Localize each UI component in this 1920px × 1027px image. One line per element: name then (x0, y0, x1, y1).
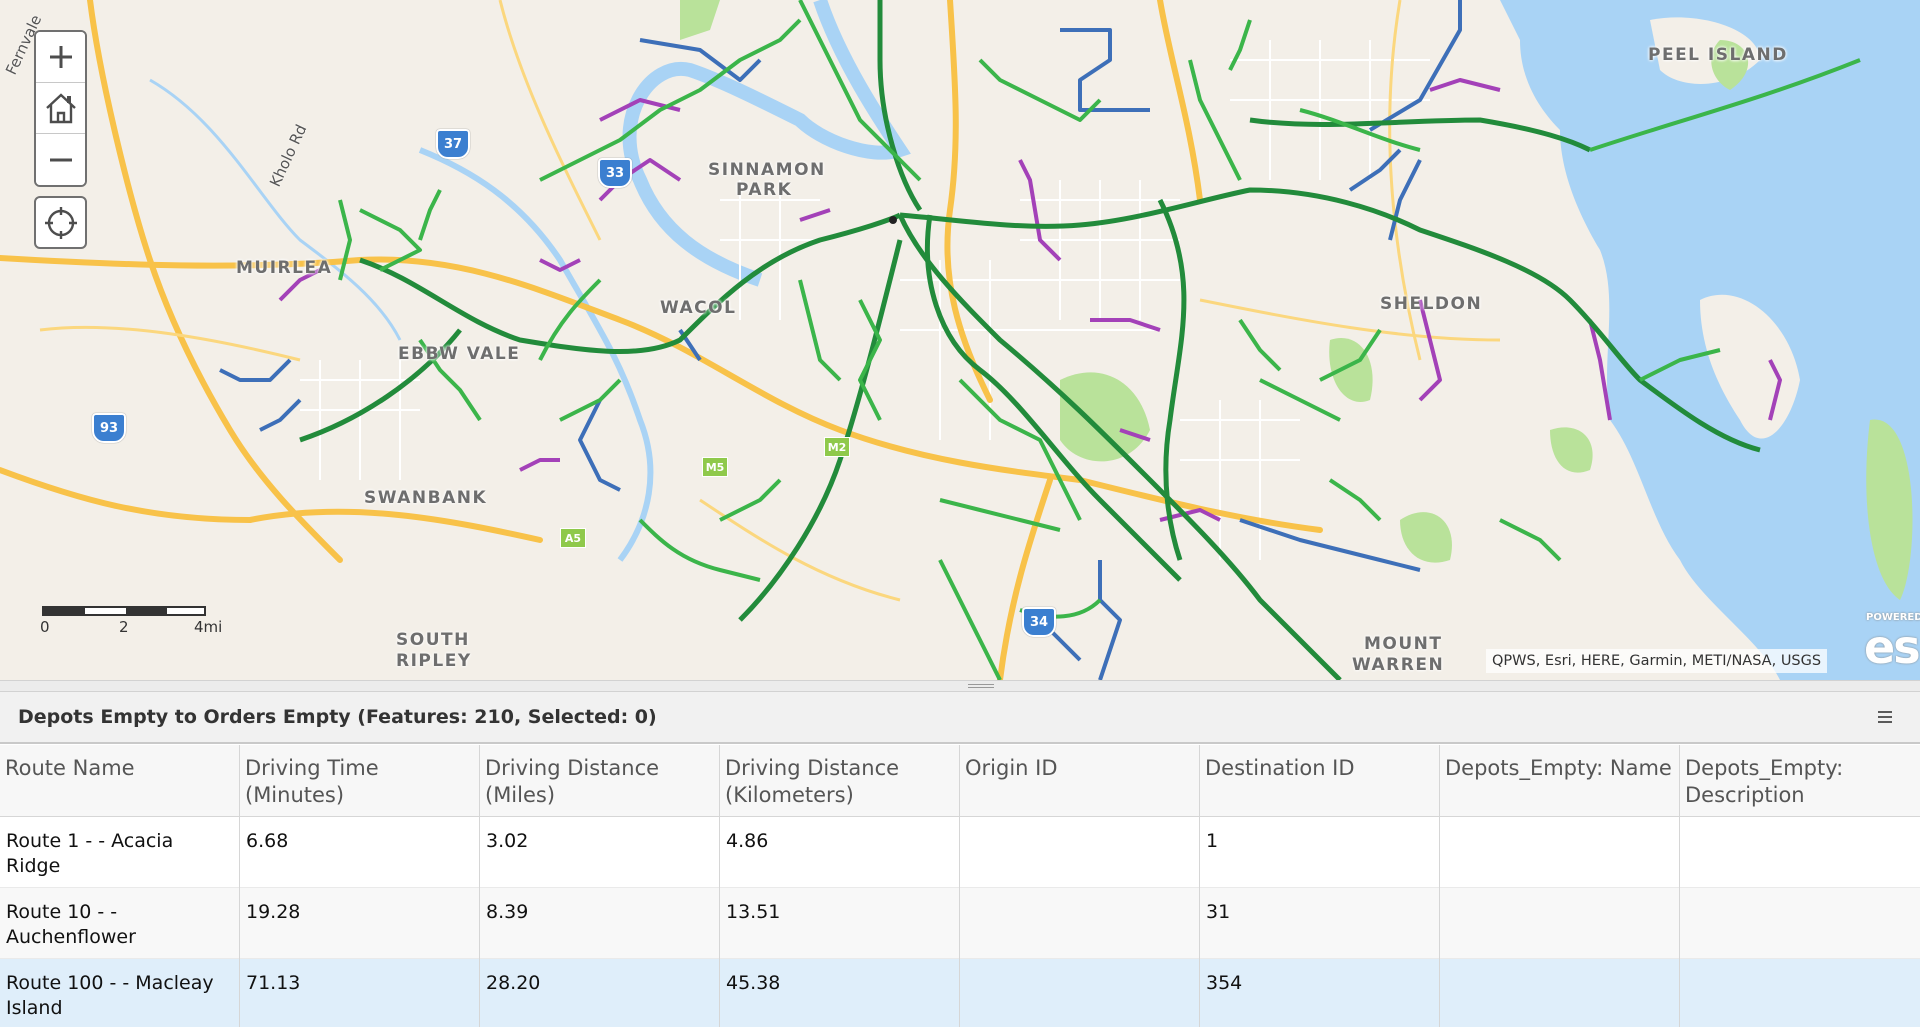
cell-driving-time: 19.28 (240, 888, 480, 959)
table-body: Route 1 - - Acacia Ridge 6.68 3.02 4.86 … (0, 817, 1920, 1027)
cell-distance-km: 4.86 (720, 817, 960, 888)
scale-tick-0: 0 (40, 618, 50, 636)
cell-origin-id (960, 817, 1200, 888)
cell-destination-id: 1 (1200, 817, 1440, 888)
plus-icon (49, 46, 72, 68)
route-shield-37: 37 (436, 129, 470, 159)
scale-tick-2: 2 (119, 618, 129, 636)
park-5 (1400, 512, 1452, 563)
cell-route-name: Route 1 - - Acacia Ridge (0, 817, 240, 888)
cell-origin-id (960, 888, 1200, 959)
cell-driving-time: 6.68 (240, 817, 480, 888)
cell-destination-id: 31 (1200, 888, 1440, 959)
river (622, 0, 911, 287)
cell-destination-id: 354 (1200, 959, 1440, 1027)
column-header-depot-name[interactable]: Depots_Empty: Name (1440, 745, 1680, 817)
route-shield-m5: M5 (702, 457, 728, 477)
route-shield-93: 93 (92, 413, 126, 443)
route-shield-34: 34 (1022, 607, 1056, 637)
place-label-swanbank: SWANBANK (364, 488, 488, 508)
attribute-table: Route Name Driving Time (Minutes) Drivin… (0, 745, 1920, 1027)
column-header-origin-id[interactable]: Origin ID (960, 745, 1200, 817)
locate-button[interactable] (34, 196, 87, 249)
table-row[interactable]: Route 10 - - Auchenflower 19.28 8.39 13.… (0, 888, 1920, 959)
origin-point (889, 216, 897, 224)
place-label-muirlea: MUIRLEA (236, 258, 333, 278)
map-attribution[interactable]: QPWS, Esri, HERE, Garmin, METI/NASA, USG… (1486, 649, 1828, 673)
secondary-roads (39, 0, 1501, 602)
highways (0, 0, 1323, 680)
zoom-out-button[interactable] (36, 134, 85, 185)
place-label-warren: WARREN (1352, 655, 1445, 675)
column-header-destination-id[interactable]: Destination ID (1200, 745, 1440, 817)
map-basemap[interactable] (0, 0, 1920, 680)
place-label-ripley: RIPLEY (396, 651, 472, 671)
cell-distance-miles: 8.39 (480, 888, 720, 959)
cell-depot-name (1440, 959, 1680, 1027)
cell-distance-km: 13.51 (720, 888, 960, 959)
cell-distance-miles: 28.20 (480, 959, 720, 1027)
route-shield-m2: M2 (824, 437, 850, 457)
hamburger-menu-button[interactable] (1872, 704, 1898, 730)
home-button[interactable] (36, 83, 85, 134)
route-shield-a5: A5 (560, 528, 586, 548)
scale-bar: 0 2 4mi (40, 606, 222, 636)
cell-distance-km: 45.38 (720, 959, 960, 1027)
home-icon (45, 93, 76, 124)
zoom-in-button[interactable] (36, 32, 85, 83)
cell-distance-miles: 3.02 (480, 817, 720, 888)
zoom-controls (34, 30, 87, 187)
splitter-grip-icon[interactable] (968, 684, 994, 688)
map-view[interactable]: PEEL ISLAND SINNAMON PARK MUIRLEA WACOL … (0, 0, 1920, 680)
place-label-sinnamon: SINNAMON (708, 160, 826, 180)
column-header-depot-description[interactable]: Depots_Empty: Description (1680, 745, 1920, 817)
cell-depot-description (1680, 817, 1920, 888)
local-streets (300, 40, 1430, 560)
crosshair-icon (44, 206, 77, 239)
routes-blue (219, 0, 1462, 680)
attribute-table-header: Depots Empty to Orders Empty (Features: … (0, 692, 1920, 744)
cell-route-name: Route 10 - - Auchenflower (0, 888, 240, 959)
cell-driving-time: 71.13 (240, 959, 480, 1027)
esri-wordmark: esri (1864, 620, 1920, 674)
place-label-peel-island: PEEL ISLAND (1648, 45, 1788, 65)
place-label-mount: MOUNT (1364, 634, 1443, 654)
place-label-sheldon: SHELDON (1380, 294, 1483, 314)
park-4 (1550, 427, 1593, 473)
place-label-ebbw-vale: EBBW VALE (398, 344, 521, 364)
table-header-row: Route Name Driving Time (Minutes) Drivin… (0, 745, 1920, 817)
cell-origin-id (960, 959, 1200, 1027)
park-1 (1060, 372, 1150, 462)
esri-logo[interactable]: POWERED esri (1860, 612, 1920, 674)
minus-icon (49, 158, 72, 161)
cell-depot-name (1440, 888, 1680, 959)
table-row[interactable]: Route 1 - - Acacia Ridge 6.68 3.02 4.86 … (0, 817, 1920, 888)
column-header-driving-time[interactable]: Driving Time (Minutes) (240, 745, 480, 817)
attribute-table-title: Depots Empty to Orders Empty (Features: … (18, 706, 657, 728)
column-header-driving-distance-miles[interactable]: Driving Distance (Miles) (480, 745, 720, 817)
place-label-park: PARK (736, 180, 793, 200)
place-label-wacol: WACOL (660, 298, 737, 318)
scale-tick-4mi: 4mi (194, 618, 223, 636)
cell-route-name: Route 100 - - Macleay Island (0, 959, 240, 1027)
table-row[interactable]: Route 100 - - Macleay Island 71.13 28.20… (0, 959, 1920, 1027)
app-window: PEEL ISLAND SINNAMON PARK MUIRLEA WACOL … (0, 0, 1920, 1027)
column-header-route-name[interactable]: Route Name (0, 745, 240, 817)
route-shield-33: 33 (598, 158, 632, 188)
panel-splitter[interactable] (0, 680, 1920, 692)
hamburger-icon (1878, 711, 1892, 723)
cell-depot-description (1680, 888, 1920, 959)
scale-bar-graphic (42, 606, 206, 616)
cell-depot-description (1680, 959, 1920, 1027)
park-3 (680, 0, 720, 40)
place-label-south: SOUTH (396, 630, 470, 650)
column-header-driving-distance-km[interactable]: Driving Distance (Kilometers) (720, 745, 960, 817)
cell-depot-name (1440, 817, 1680, 888)
